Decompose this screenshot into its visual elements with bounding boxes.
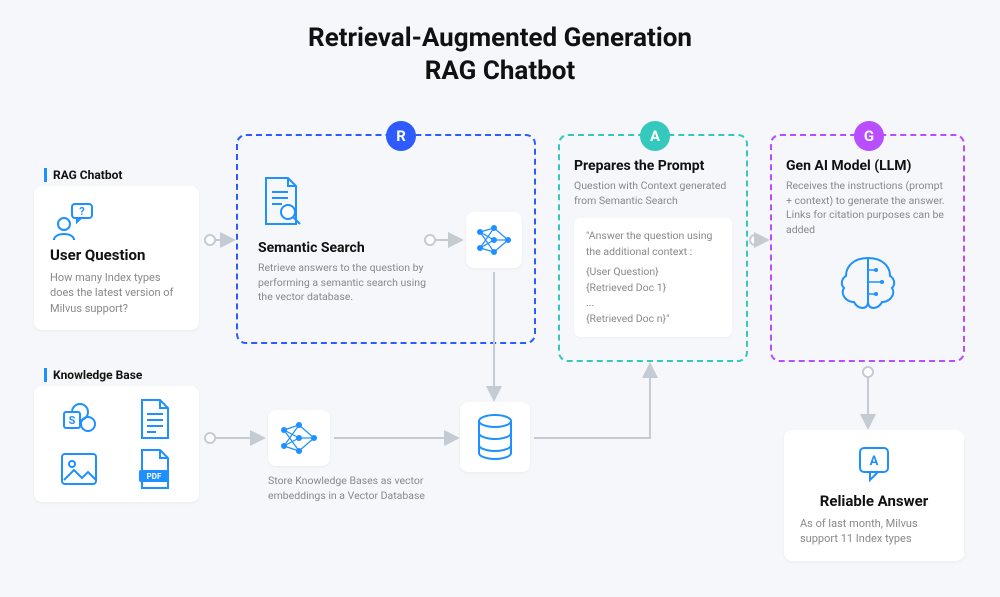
image-icon — [46, 448, 113, 490]
pdf-icon: PDF — [121, 448, 188, 490]
user-question-desc: How many Index types does the latest ver… — [50, 270, 183, 316]
rag-chatbot-label: RAG Chatbot — [44, 168, 122, 182]
svg-text:A: A — [870, 454, 879, 469]
vector-db-icon — [460, 402, 530, 472]
prepares-prompt-title: Prepares the Prompt — [574, 158, 732, 174]
g-badge: G — [854, 121, 884, 151]
augment-box: A Prepares the Prompt Question with Cont… — [558, 134, 748, 362]
semantic-search-title: Semantic Search — [258, 240, 438, 256]
prepares-prompt-desc: Question with Context generated from Sem… — [574, 179, 732, 208]
svg-text:S: S — [69, 414, 76, 427]
title-line-1: Retrieval-Augmented Generation — [308, 23, 692, 53]
knowledge-base-card: S PDF — [34, 386, 199, 502]
prompt-line-3: {Retrieved Doc 1} — [586, 280, 720, 296]
reliable-answer-desc: As of last month, Milvus support 11 Inde… — [800, 516, 948, 547]
user-question-icon: ? — [50, 200, 183, 240]
prompt-line-2: {User Question} — [586, 264, 720, 280]
gen-ai-title: Gen AI Model (LLM) — [786, 158, 949, 174]
diagram-title: Retrieval-Augmented Generation RAG Chatb… — [0, 22, 1000, 87]
r-badge: R — [386, 121, 416, 151]
neural-net-icon — [466, 212, 522, 268]
answer-icon: A — [800, 444, 948, 484]
a-badge: A — [640, 121, 670, 151]
gen-ai-desc: Receives the instructions (prompt + cont… — [786, 179, 949, 238]
semantic-search-desc: Retrieve answers to the question by perf… — [258, 261, 438, 305]
prompt-line-5: {Retrieved Doc n}" — [586, 311, 720, 327]
prompt-line-4: ... — [586, 295, 720, 311]
svg-text:PDF: PDF — [146, 472, 161, 481]
prompt-line-1: "Answer the question using the additiona… — [586, 228, 720, 260]
kb-label: Knowledge Base — [44, 368, 142, 382]
user-question-title: User Question — [50, 246, 183, 264]
sharepoint-icon: S — [46, 398, 113, 440]
embedding-nn-icon — [268, 410, 330, 466]
prompt-template-card: "Answer the question using the additiona… — [574, 218, 732, 337]
document-icon — [121, 398, 188, 440]
user-question-card: ? User Question How many Index types doe… — [34, 186, 199, 330]
generate-box: G Gen AI Model (LLM) Receives the instru… — [770, 134, 965, 362]
reliable-answer-title: Reliable Answer — [800, 492, 948, 510]
title-line-2: RAG Chatbot — [425, 56, 575, 86]
brain-icon — [786, 252, 949, 316]
reliable-answer-card: A Reliable Answer As of last month, Milv… — [784, 430, 964, 561]
document-search-icon — [258, 176, 304, 228]
embeddings-desc: Store Knowledge Bases as vector embeddin… — [268, 474, 438, 503]
svg-text:?: ? — [79, 205, 85, 218]
